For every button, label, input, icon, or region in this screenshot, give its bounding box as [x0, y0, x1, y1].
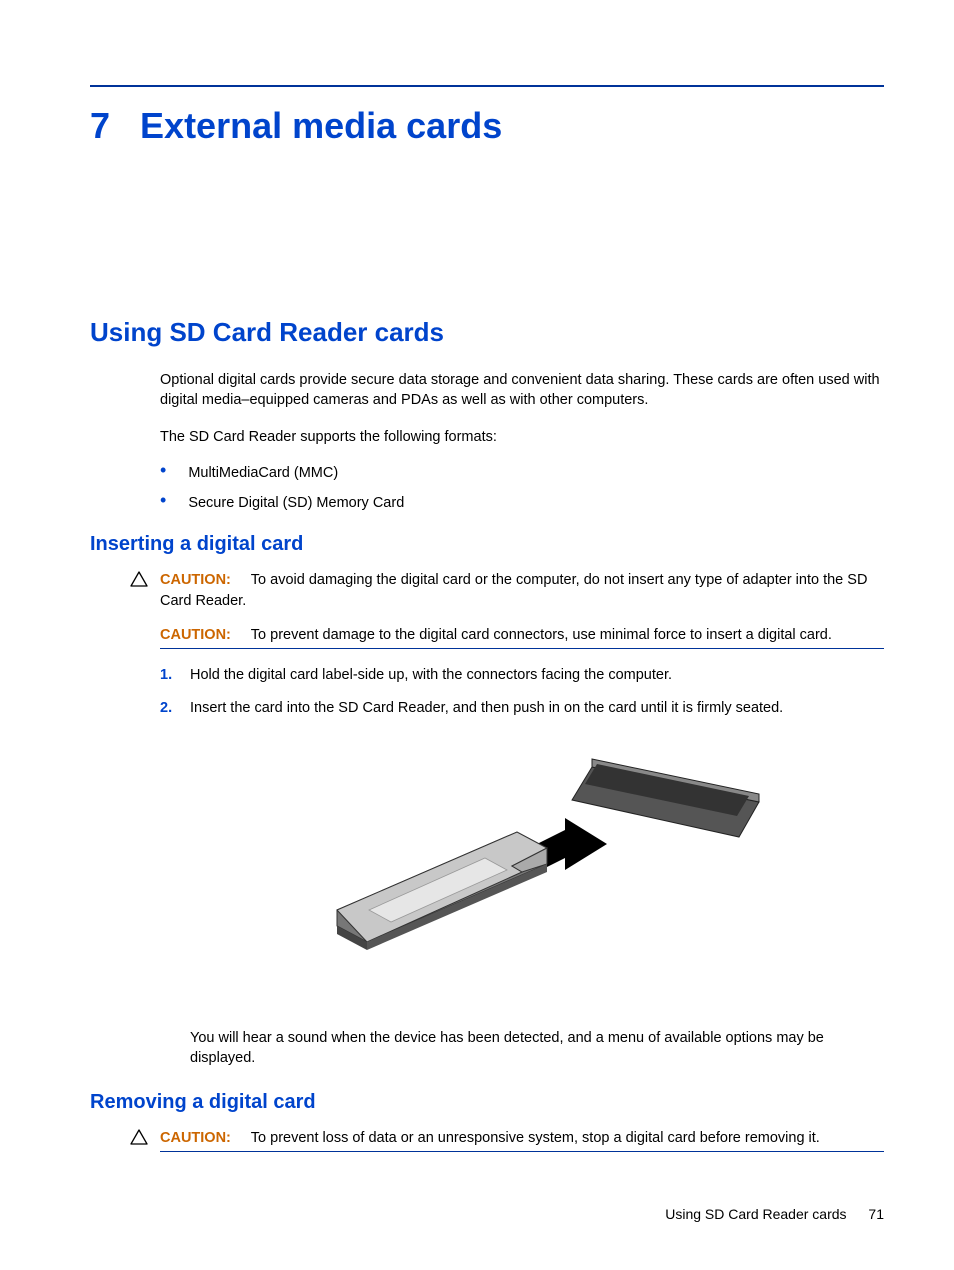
step-item: 1. Hold the digital card label-side up, …	[160, 665, 884, 685]
step-text: Hold the digital card label-side up, wit…	[190, 665, 672, 685]
caution-block: CAUTION: To prevent loss of data or an u…	[130, 1128, 884, 1152]
section-heading-inserting: Inserting a digital card	[90, 533, 884, 556]
caution-block: CAUTION: To avoid damaging the digital c…	[130, 570, 884, 611]
caution-body: To prevent loss of data or an unresponsi…	[251, 1130, 820, 1146]
step-text: Insert the card into the SD Card Reader,…	[190, 698, 783, 718]
bullet-text: MultiMediaCard (MMC)	[188, 463, 338, 483]
caution-body: To avoid damaging the digital card or th…	[160, 572, 867, 608]
caution-label: CAUTION:	[160, 1130, 231, 1146]
step-number: 2.	[160, 698, 190, 718]
chapter-title: External media cards	[140, 105, 502, 147]
footer-section-title: Using SD Card Reader cards	[665, 1206, 846, 1222]
chapter-number: 7	[90, 105, 110, 147]
footer-page-number: 71	[868, 1206, 884, 1222]
chapter-rule	[90, 85, 884, 87]
page-footer: Using SD Card Reader cards 71	[665, 1206, 884, 1222]
insertion-steps: 1. Hold the digital card label-side up, …	[160, 665, 884, 718]
supported-formats-list: • MultiMediaCard (MMC) • Secure Digital …	[160, 463, 884, 514]
caution-text: CAUTION: To prevent loss of data or an u…	[160, 1128, 884, 1152]
caution-icon	[130, 1128, 160, 1145]
caution-label: CAUTION:	[160, 627, 231, 643]
caution-label: CAUTION:	[160, 572, 231, 588]
bullet-icon: •	[160, 463, 166, 477]
list-item: • Secure Digital (SD) Memory Card	[160, 493, 884, 513]
caution-block: CAUTION: To prevent damage to the digita…	[160, 625, 884, 649]
bullet-icon: •	[160, 493, 166, 507]
section1-para2: The SD Card Reader supports the followin…	[160, 427, 884, 447]
caution-icon	[130, 570, 160, 587]
section1-para1: Optional digital cards provide secure da…	[160, 370, 884, 411]
section-heading-using-sd: Using SD Card Reader cards	[90, 317, 884, 348]
caution-text: CAUTION: To avoid damaging the digital c…	[160, 570, 884, 611]
sd-card-illustration	[190, 742, 884, 1002]
page-content: 7 External media cards Using SD Card Rea…	[0, 0, 954, 1206]
bullet-text: Secure Digital (SD) Memory Card	[188, 493, 404, 513]
step-item: 2. Insert the card into the SD Card Read…	[160, 698, 884, 718]
chapter-header: 7 External media cards	[90, 105, 884, 147]
step-number: 1.	[160, 665, 190, 685]
list-item: • MultiMediaCard (MMC)	[160, 463, 884, 483]
caution-body: To prevent damage to the digital card co…	[251, 627, 832, 643]
detection-note: You will hear a sound when the device ha…	[190, 1028, 884, 1069]
section-heading-removing: Removing a digital card	[90, 1091, 884, 1114]
